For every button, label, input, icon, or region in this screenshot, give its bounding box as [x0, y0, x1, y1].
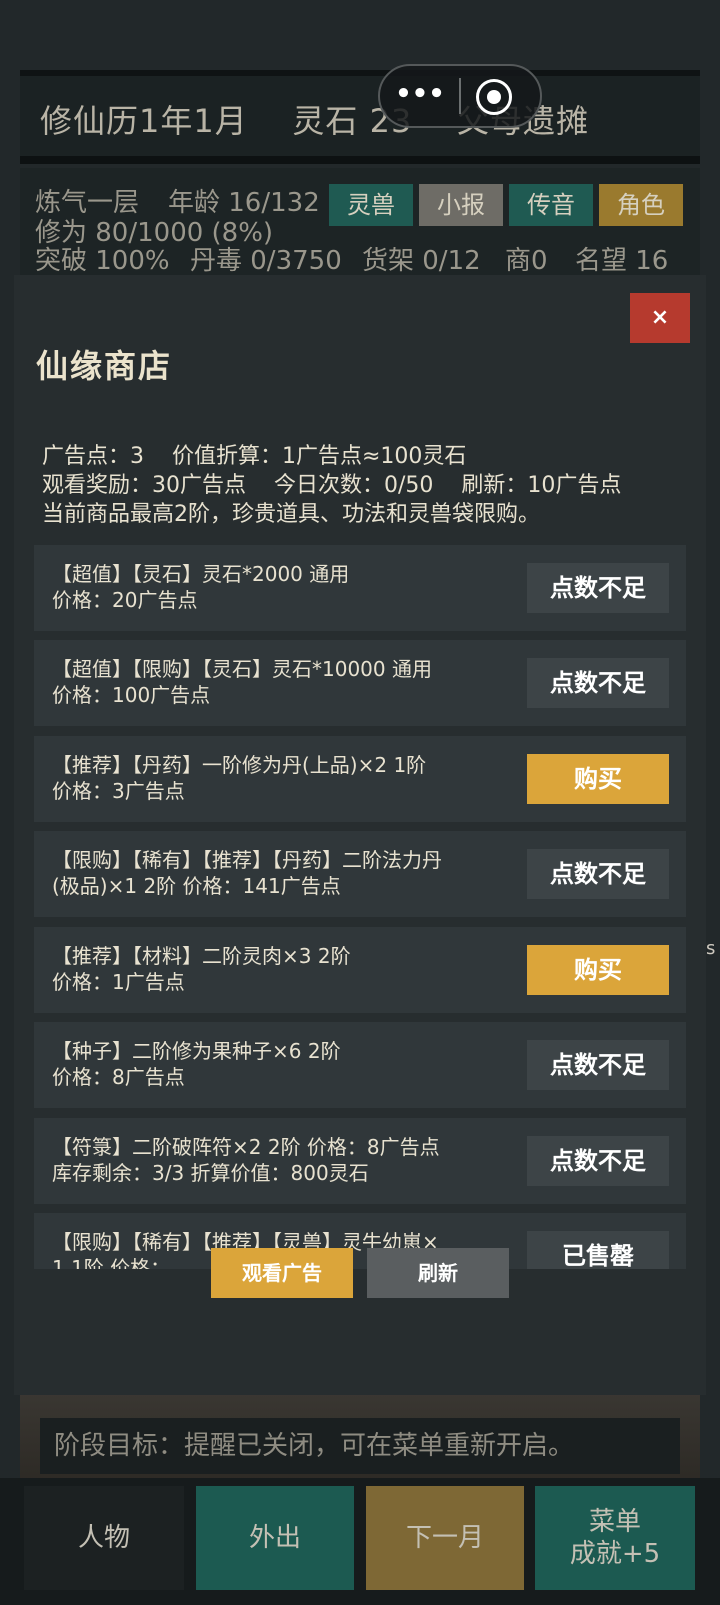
item-line-1: 【推荐】【材料】二阶灵肉×3 2阶: [52, 944, 351, 968]
item-desc: 【超值】【限购】【灵石】灵石*10000 通用 价格：100广告点: [52, 656, 552, 708]
breakthrough-label: 突破 100%: [35, 246, 170, 276]
buy-button[interactable]: 购买: [527, 754, 669, 804]
nav-next-month-button[interactable]: 下一月: [366, 1486, 524, 1590]
target-ring-icon[interactable]: [476, 79, 512, 115]
buy-button[interactable]: 购买: [527, 945, 669, 995]
more-dots-icon[interactable]: •••: [380, 66, 460, 126]
reward-info: 观看奖励：30广告点 今日次数：0/50 刷新：10广告点: [42, 473, 622, 498]
shop-item: 【推荐】【材料】二阶灵肉×3 2阶 价格：1广告点 购买: [34, 927, 686, 1013]
insufficient-points-button[interactable]: 点数不足: [527, 658, 669, 708]
nav-achievements-label: 成就+5: [569, 1539, 661, 1569]
item-line-1: 【符箓】二阶破阵符×2 2阶 价格：8广告点: [52, 1135, 440, 1159]
side-fragment: s: [706, 938, 716, 959]
shelf-label: 货架 0/12: [362, 246, 481, 276]
shop-item: 【超值】【限购】【灵石】灵石*10000 通用 价格：100广告点 点数不足: [34, 640, 686, 726]
nav-menu-button[interactable]: 菜单 成就+5: [535, 1486, 695, 1590]
item-desc: 【种子】二阶修为果种子×6 2阶 价格：8广告点: [52, 1038, 552, 1090]
item-desc: 【符箓】二阶破阵符×2 2阶 价格：8广告点 库存剩余：3/3 折算价值：800…: [52, 1134, 552, 1186]
item-line-1: 【超值】【灵石】灵石*2000 通用: [52, 562, 350, 586]
item-line-1: 【推荐】【丹药】一阶修为丹(上品)×2 1阶: [52, 753, 427, 777]
close-button[interactable]: ×: [630, 293, 690, 343]
insufficient-points-button[interactable]: 点数不足: [527, 563, 669, 613]
shop-item-list[interactable]: 【超值】【灵石】灵石*2000 通用 价格：20广告点 点数不足 【超值】【限购…: [34, 545, 686, 1269]
mini-program-capsule: •••: [378, 64, 542, 128]
insufficient-points-button[interactable]: 点数不足: [527, 849, 669, 899]
ad-points-info: 广告点：3 价值折算：1广告点≈100灵石: [42, 444, 467, 469]
item-line-1: 【限购】【稀有】【推荐】【丹药】二阶法力丹: [52, 848, 442, 872]
nav-menu-label: 菜单: [588, 1507, 641, 1537]
tab-spirit-beast[interactable]: 灵兽: [329, 184, 413, 226]
tab-role[interactable]: 角色: [599, 184, 683, 226]
capsule-divider: [459, 78, 461, 114]
item-desc: 【超值】【灵石】灵石*2000 通用 价格：20广告点: [52, 561, 552, 613]
shop-item: 【限购】【稀有】【推荐】【丹药】二阶法力丹 (极品)×1 2阶 价格：141广告…: [34, 831, 686, 917]
stage-goal-bar: 阶段目标：提醒已关闭，可在菜单重新开启。: [40, 1418, 680, 1474]
nav-character-button[interactable]: 人物: [24, 1486, 184, 1590]
insufficient-points-button[interactable]: 点数不足: [527, 1040, 669, 1090]
pill-poison-label: 丹毒 0/3750: [190, 246, 342, 276]
sold-out-button[interactable]: 已售罄: [527, 1231, 669, 1269]
item-line-2: 价格：8广告点: [52, 1065, 185, 1089]
item-line-2: 价格：20广告点: [52, 588, 198, 612]
shop-item: 【限购】【稀有】【推荐】【灵兽】灵牛幼崽× 1 1阶 价格： 已售罄: [34, 1213, 686, 1269]
watch-ad-button[interactable]: 观看广告: [211, 1248, 353, 1298]
shop-title: 仙缘商店: [36, 347, 173, 385]
item-desc: 【推荐】【丹药】一阶修为丹(上品)×2 1阶 价格：3广告点: [52, 752, 552, 804]
nav-go-out-label: 外出: [248, 1523, 301, 1553]
item-line-2: (极品)×1 2阶 价格：141广告点: [52, 874, 341, 898]
shop-item: 【种子】二阶修为果种子×6 2阶 价格：8广告点 点数不足: [34, 1022, 686, 1108]
item-line-1: 【超值】【限购】【灵石】灵石*10000 通用: [52, 657, 432, 681]
nav-go-out-button[interactable]: 外出: [196, 1486, 354, 1590]
tab-newspaper[interactable]: 小报: [419, 184, 503, 226]
item-desc: 【限购】【稀有】【推荐】【丹药】二阶法力丹 (极品)×1 2阶 价格：141广告…: [52, 847, 552, 899]
reputation-label: 名望 16: [575, 246, 669, 276]
nav-character-label: 人物: [77, 1523, 130, 1553]
item-line-2: 价格：1广告点: [52, 970, 185, 994]
item-desc: 【推荐】【材料】二阶灵肉×3 2阶 价格：1广告点: [52, 943, 552, 995]
item-line-2: 库存剩余：3/3 折算价值：800灵石: [52, 1161, 369, 1185]
shop-notice: 当前商品最高2阶，珍贵道具、功法和灵兽袋限购。: [42, 502, 540, 527]
merchant-label: 商0: [505, 246, 548, 276]
item-line-2: 价格：3广告点: [52, 779, 185, 803]
nav-next-month-label: 下一月: [405, 1523, 484, 1553]
item-line-2: 价格：100广告点: [52, 683, 211, 707]
tab-message[interactable]: 传音: [509, 184, 593, 226]
shop-item: 【符箓】二阶破阵符×2 2阶 价格：8广告点 库存剩余：3/3 折算价值：800…: [34, 1118, 686, 1204]
shop-item: 【超值】【灵石】灵石*2000 通用 价格：20广告点 点数不足: [34, 545, 686, 631]
refresh-button[interactable]: 刷新: [367, 1248, 509, 1298]
item-line-1: 【种子】二阶修为果种子×6 2阶: [52, 1039, 341, 1063]
shop-item: 【推荐】【丹药】一阶修为丹(上品)×2 1阶 价格：3广告点 购买: [34, 736, 686, 822]
insufficient-points-button[interactable]: 点数不足: [527, 1136, 669, 1186]
